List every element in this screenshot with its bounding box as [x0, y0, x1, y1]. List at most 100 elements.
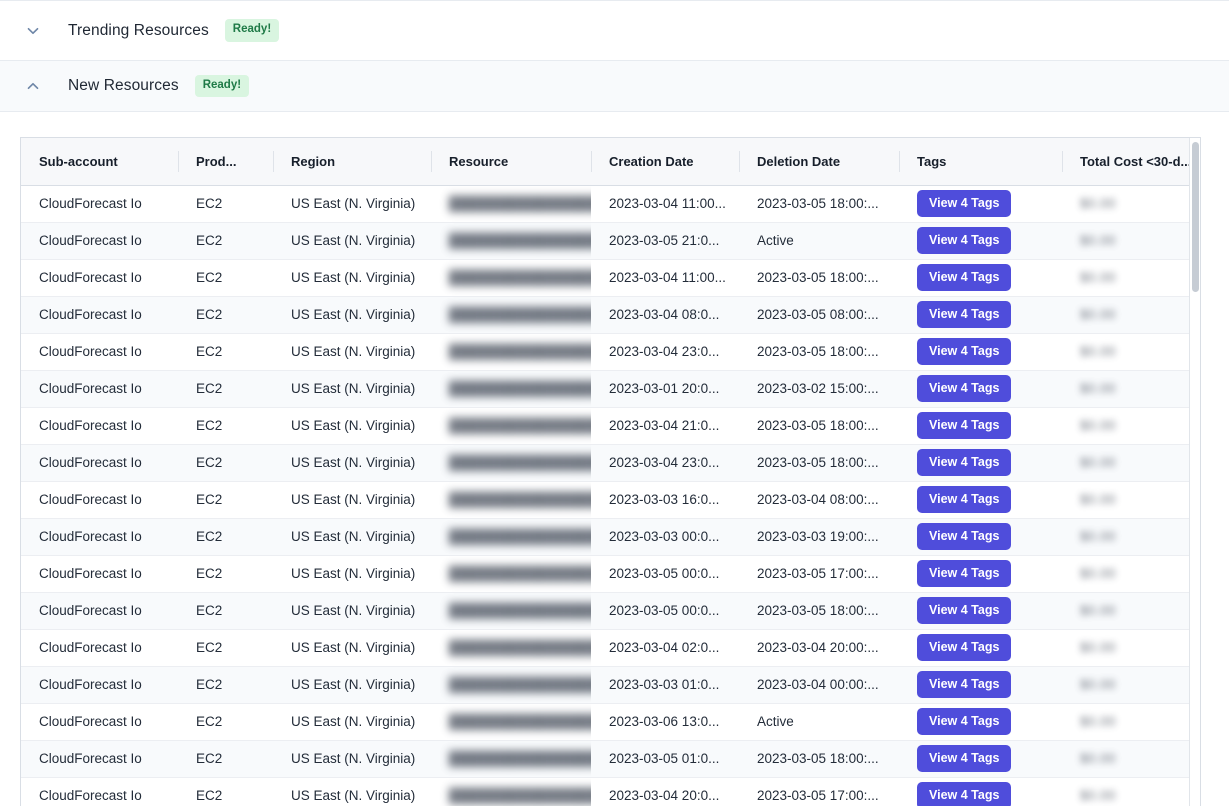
cell-resource: ████████████████ — [431, 518, 591, 556]
column-header-tags[interactable]: Tags — [899, 138, 1062, 186]
redacted-resource-value: ████████████████ — [449, 307, 591, 322]
view-tags-button[interactable]: View 4 Tags — [917, 744, 1012, 773]
column-header-total-cost[interactable]: Total Cost <30-d... — [1062, 138, 1201, 186]
cell-resource: ████████████████ — [431, 666, 591, 704]
redacted-total-cost-value: $0.00 — [1080, 788, 1116, 803]
table-row[interactable]: CloudForecast Io EC2 US East (N. Virginia)… — [21, 592, 1201, 630]
table-right-border — [1200, 137, 1201, 806]
column-header-region[interactable]: Region — [273, 138, 431, 186]
table-row[interactable]: CloudForecast Io EC2 US East (N. Virginia)… — [21, 296, 1201, 334]
redacted-total-cost-value: $0.00 — [1080, 344, 1116, 359]
table-row[interactable]: CloudForecast Io EC2 US East (N. Virginia)… — [21, 777, 1201, 806]
table-row[interactable]: CloudForecast Io EC2 US East (N. Virginia)… — [21, 407, 1201, 445]
view-tags-button[interactable]: View 4 Tags — [917, 781, 1012, 806]
cell-resource: ████████████████ — [431, 592, 591, 630]
cell-product: EC2 — [178, 592, 273, 630]
cell-total-cost: $0.00 — [1062, 259, 1201, 297]
cell-resource: ████████████████ — [431, 222, 591, 260]
cell-deletion-date: 2023-03-05 17:00:... — [739, 555, 899, 593]
redacted-resource-value: ████████████████ — [449, 788, 591, 803]
view-tags-button[interactable]: View 4 Tags — [917, 300, 1012, 329]
cell-product: EC2 — [178, 259, 273, 297]
view-tags-button[interactable]: View 4 Tags — [917, 263, 1012, 292]
cell-resource: ████████████████ — [431, 444, 591, 482]
resources-table-shell: Sub-account Prod... Region Resource Crea… — [20, 137, 1201, 806]
table-row[interactable]: CloudForecast Io EC2 US East (N. Virginia)… — [21, 185, 1201, 223]
view-tags-button[interactable]: View 4 Tags — [917, 226, 1012, 255]
cell-product: EC2 — [178, 481, 273, 519]
table-row[interactable]: CloudForecast Io EC2 US East (N. Virginia)… — [21, 740, 1201, 778]
view-tags-button[interactable]: View 4 Tags — [917, 633, 1012, 662]
table-row[interactable]: CloudForecast Io EC2 US East (N. Virginia)… — [21, 481, 1201, 519]
cell-resource: ████████████████ — [431, 296, 591, 334]
section-header-new-resources[interactable]: New Resources Ready! — [0, 60, 1229, 112]
redacted-resource-value: ████████████████ — [449, 714, 591, 729]
view-tags-button[interactable]: View 4 Tags — [917, 374, 1012, 403]
view-tags-button[interactable]: View 4 Tags — [917, 337, 1012, 366]
section-title-trending-resources: Trending Resources — [68, 21, 209, 39]
redacted-total-cost-value: $0.00 — [1080, 603, 1116, 618]
scrollbar-thumb[interactable] — [1192, 142, 1199, 292]
cell-resource: ████████████████ — [431, 629, 591, 667]
cell-deletion-date: 2023-03-05 08:00:... — [739, 296, 899, 334]
cell-total-cost: $0.00 — [1062, 629, 1201, 667]
column-header-creation-date[interactable]: Creation Date — [591, 138, 739, 186]
cell-sub-account: CloudForecast Io — [21, 185, 178, 223]
cell-region: US East (N. Virginia) — [273, 777, 431, 806]
cell-tags: View 4 Tags — [899, 185, 1062, 223]
cell-creation-date: 2023-03-04 08:0... — [591, 296, 739, 334]
table-row[interactable]: CloudForecast Io EC2 US East (N. Virginia)… — [21, 518, 1201, 556]
view-tags-button[interactable]: View 4 Tags — [917, 596, 1012, 625]
cell-region: US East (N. Virginia) — [273, 222, 431, 260]
column-header-product[interactable]: Prod... — [178, 138, 273, 186]
cell-total-cost: $0.00 — [1062, 444, 1201, 482]
view-tags-button[interactable]: View 4 Tags — [917, 707, 1012, 736]
cell-deletion-date: 2023-03-05 18:00:... — [739, 185, 899, 223]
table-row[interactable]: CloudForecast Io EC2 US East (N. Virginia)… — [21, 370, 1201, 408]
redacted-total-cost-value: $0.00 — [1080, 751, 1116, 766]
table-row[interactable]: CloudForecast Io EC2 US East (N. Virginia)… — [21, 629, 1201, 667]
cell-total-cost: $0.00 — [1062, 703, 1201, 741]
table-row[interactable]: CloudForecast Io EC2 US East (N. Virginia)… — [21, 666, 1201, 704]
status-badge-new: Ready! — [194, 74, 250, 98]
cell-tags: View 4 Tags — [899, 222, 1062, 260]
view-tags-button[interactable]: View 4 Tags — [917, 485, 1012, 514]
column-header-deletion-date[interactable]: Deletion Date — [739, 138, 899, 186]
table-row[interactable]: CloudForecast Io EC2 US East (N. Virginia)… — [21, 555, 1201, 593]
cell-region: US East (N. Virginia) — [273, 259, 431, 297]
redacted-total-cost-value: $0.00 — [1080, 455, 1116, 470]
column-header-sub-account[interactable]: Sub-account — [21, 138, 178, 186]
redacted-resource-value: ████████████████ — [449, 640, 591, 655]
view-tags-button[interactable]: View 4 Tags — [917, 670, 1012, 699]
cell-sub-account: CloudForecast Io — [21, 222, 178, 260]
redacted-total-cost-value: $0.00 — [1080, 270, 1116, 285]
cell-tags: View 4 Tags — [899, 481, 1062, 519]
cell-creation-date: 2023-03-04 23:0... — [591, 444, 739, 482]
cell-tags: View 4 Tags — [899, 555, 1062, 593]
cell-resource: ████████████████ — [431, 481, 591, 519]
cell-creation-date: 2023-03-05 01:0... — [591, 740, 739, 778]
redacted-resource-value: ████████████████ — [449, 529, 591, 544]
table-row[interactable]: CloudForecast Io EC2 US East (N. Virginia)… — [21, 444, 1201, 482]
redacted-resource-value: ████████████████ — [449, 492, 591, 507]
table-row[interactable]: CloudForecast Io EC2 US East (N. Virginia)… — [21, 222, 1201, 260]
table-row[interactable]: CloudForecast Io EC2 US East (N. Virginia)… — [21, 333, 1201, 371]
cell-resource: ████████████████ — [431, 703, 591, 741]
section-header-trending-resources[interactable]: Trending Resources Ready! — [0, 0, 1229, 60]
view-tags-button[interactable]: View 4 Tags — [917, 448, 1012, 477]
view-tags-button[interactable]: View 4 Tags — [917, 559, 1012, 588]
view-tags-button[interactable]: View 4 Tags — [917, 411, 1012, 440]
cell-product: EC2 — [178, 222, 273, 260]
column-header-resource[interactable]: Resource — [431, 138, 591, 186]
view-tags-button[interactable]: View 4 Tags — [917, 522, 1012, 551]
table-row[interactable]: CloudForecast Io EC2 US East (N. Virginia)… — [21, 703, 1201, 741]
chevron-up-icon[interactable] — [16, 78, 50, 94]
cell-tags: View 4 Tags — [899, 592, 1062, 630]
table-row[interactable]: CloudForecast Io EC2 US East (N. Virginia)… — [21, 259, 1201, 297]
redacted-total-cost-value: $0.00 — [1080, 677, 1116, 692]
view-tags-button[interactable]: View 4 Tags — [917, 189, 1012, 218]
cell-resource: ████████████████ — [431, 740, 591, 778]
cell-product: EC2 — [178, 518, 273, 556]
cell-total-cost: $0.00 — [1062, 555, 1201, 593]
chevron-down-icon[interactable] — [16, 23, 50, 39]
